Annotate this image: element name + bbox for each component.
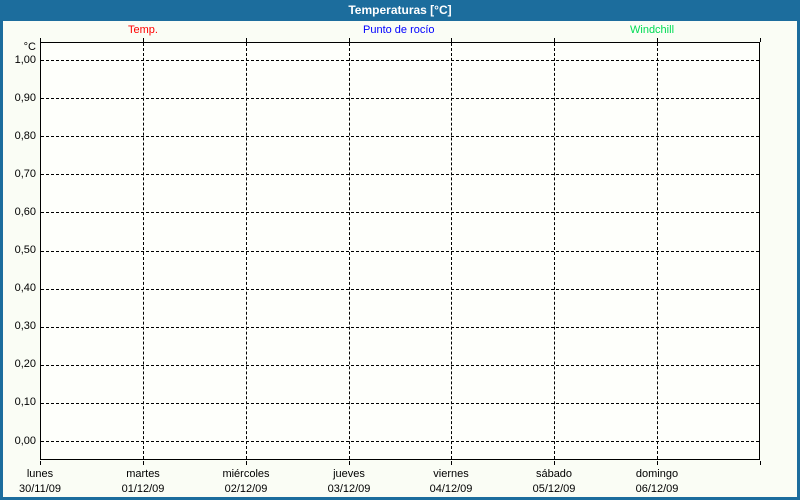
h-gridline (41, 250, 759, 252)
axis-tick (760, 461, 761, 465)
axis-tick (143, 461, 144, 465)
x-axis-day-label: miércoles 02/12/09 (196, 467, 296, 497)
v-gridline (657, 43, 658, 459)
plot-area (40, 42, 760, 460)
axis-tick (657, 38, 658, 42)
day-date: 02/12/09 (224, 483, 268, 495)
axis-tick (657, 461, 658, 465)
y-axis-tick-label: 0,30 (14, 320, 36, 332)
axis-tick (349, 461, 350, 465)
x-axis-day-label: viernes 04/12/09 (401, 467, 501, 497)
h-gridline (41, 212, 759, 214)
y-axis-tick-label: 0,10 (14, 396, 36, 408)
axis-tick (451, 461, 452, 465)
y-axis-tick-label: 0,70 (14, 168, 36, 180)
day-name: martes (126, 468, 160, 480)
day-date: 30/11/09 (18, 483, 61, 495)
y-axis-tick-label: 0,20 (14, 358, 36, 370)
h-gridline (41, 441, 759, 442)
day-date: 06/12/09 (635, 483, 679, 495)
axis-tick (246, 461, 247, 465)
y-axis-tick-label: 0,50 (14, 244, 36, 256)
day-name: sábado (535, 468, 573, 480)
h-gridline (41, 364, 759, 366)
day-name: domingo (635, 468, 679, 480)
axis-tick (451, 38, 452, 42)
h-gridline (41, 136, 759, 138)
h-gridline (41, 288, 759, 290)
y-axis-tick-label: 0,80 (14, 130, 36, 142)
axis-tick (40, 461, 41, 465)
app-window: Temperaturas [°C] Temp. Punto de rocío Win… (0, 0, 800, 500)
y-axis-tick-label: 0,60 (14, 206, 36, 218)
axis-tick (554, 38, 555, 42)
day-name: miércoles (222, 468, 270, 480)
day-name: viernes (433, 468, 469, 480)
axis-tick (246, 38, 247, 42)
h-gridline (41, 98, 759, 100)
y-axis-tick-label: 0,90 (14, 92, 36, 104)
legend-item-1: Temp. (128, 24, 158, 36)
x-axis-day-label: lunes 30/11/09 (3, 467, 90, 497)
day-name: jueves (333, 468, 365, 480)
axis-tick (40, 38, 41, 42)
h-gridline (41, 326, 759, 328)
h-gridline (41, 60, 759, 61)
day-date: 04/12/09 (429, 483, 473, 495)
axis-tick (349, 38, 350, 42)
day-date: 03/12/09 (327, 483, 371, 495)
y-axis-tick-label: 0,40 (14, 282, 36, 294)
h-gridline (41, 402, 759, 404)
axis-tick (760, 38, 761, 42)
y-axis-unit-label: °C (23, 41, 36, 53)
day-date: 01/12/09 (121, 483, 165, 495)
day-date: 05/12/09 (532, 483, 576, 495)
chart-title: Temperaturas [°C] (348, 3, 452, 17)
v-gridline (349, 43, 350, 459)
v-gridline (143, 43, 144, 459)
day-name: lunes (26, 468, 54, 480)
v-gridline (554, 43, 555, 459)
y-axis-tick-label: 1,00 (14, 54, 36, 66)
legend-item-2: Punto de rocío (363, 24, 435, 36)
x-axis-day-label: jueves 03/12/09 (299, 467, 399, 497)
h-gridline (41, 174, 759, 176)
v-gridline (451, 43, 452, 459)
title-bar: Temperaturas [°C] (3, 0, 797, 21)
x-axis-day-label: martes 01/12/09 (93, 467, 193, 497)
x-axis-day-label: domingo 06/12/09 (607, 467, 707, 497)
axis-tick (554, 461, 555, 465)
x-axis-day-label: sábado 05/12/09 (504, 467, 604, 497)
legend-item-3: Windchill (630, 24, 675, 36)
axis-tick (143, 38, 144, 42)
y-axis-tick-label: 0,00 (14, 435, 36, 447)
v-gridline (246, 43, 247, 459)
